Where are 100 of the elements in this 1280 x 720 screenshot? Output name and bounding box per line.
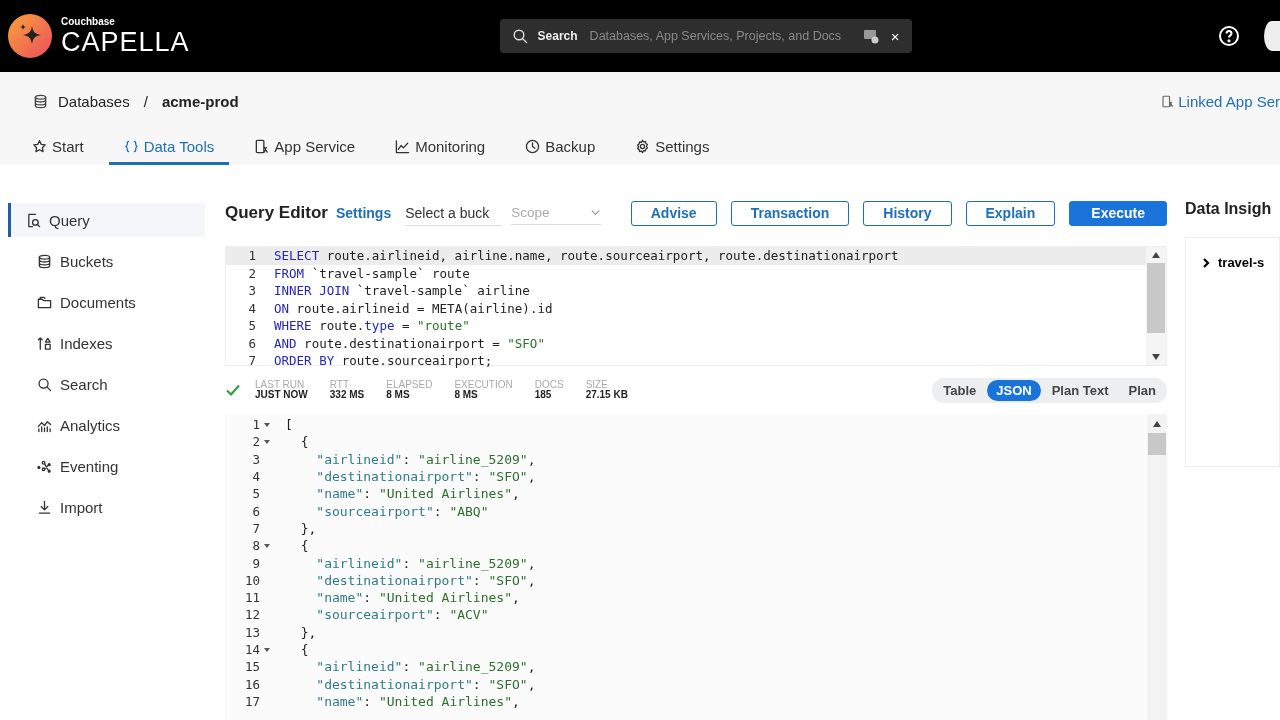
code-line: ORDER BY route.sourceairport; xyxy=(273,353,493,369)
scroll-up-icon[interactable] xyxy=(1151,251,1161,259)
stat-value: 8 MS xyxy=(454,390,479,401)
line-number: 7 xyxy=(251,520,260,536)
code-line: "sourceairport": "ACV" xyxy=(315,607,489,623)
view-tab[interactable]: JSON xyxy=(987,379,1041,401)
line-number: 6 xyxy=(247,335,256,351)
device-icon xyxy=(1161,94,1175,108)
stat-value: 27.15 KB xyxy=(585,390,628,401)
fold-icon[interactable] xyxy=(263,646,271,653)
line-number: 4 xyxy=(251,469,260,485)
logo-icon xyxy=(8,14,52,58)
scrollbar-thumb[interactable] xyxy=(1147,263,1165,333)
breadcrumb-link[interactable]: Databases xyxy=(58,92,130,110)
line-number: 1 xyxy=(251,417,260,433)
panel-title: Data Insigh xyxy=(1185,200,1273,218)
sidebar-item[interactable]: Indexes xyxy=(8,326,205,360)
scroll-up-icon[interactable] xyxy=(1152,420,1162,428)
settings-link[interactable]: Settings xyxy=(335,205,392,221)
line-number: 4 xyxy=(247,300,256,316)
code-line: "airlineid": "airline_5209", xyxy=(315,451,536,467)
code-line: { xyxy=(299,434,309,450)
code-line: "airlineid": "airline_5209", xyxy=(315,659,536,675)
code-line: [ xyxy=(284,417,293,433)
toolbar-button[interactable]: Explain xyxy=(965,200,1056,226)
nav-tab[interactable]: App Service xyxy=(239,130,371,165)
database-icon xyxy=(37,253,52,269)
linked-app-service-link[interactable]: Linked App Ser xyxy=(1161,92,1280,110)
download-icon xyxy=(37,499,52,515)
fold-icon[interactable] xyxy=(263,421,271,428)
brand-subtitle: Couchbase xyxy=(61,16,116,27)
toolbar-button[interactable]: Execute xyxy=(1069,200,1167,226)
breadcrumb-current: acme-prod xyxy=(161,92,239,110)
help-icon[interactable] xyxy=(1218,25,1240,47)
toolbar-button[interactable]: Transaction xyxy=(730,200,850,226)
close-button[interactable]: × xyxy=(890,27,900,45)
scrollbar[interactable] xyxy=(1147,414,1167,720)
sidebar-item[interactable]: Buckets xyxy=(8,244,205,278)
code-line: AND route.destinationairport = "SFO" xyxy=(273,335,545,351)
line-number: 14 xyxy=(243,642,260,657)
code-line: { xyxy=(299,642,309,657)
view-tab[interactable]: Table xyxy=(934,379,986,401)
stat-label: RTT xyxy=(329,379,351,390)
avatar[interactable] xyxy=(1264,21,1280,51)
toolbar-button[interactable]: History xyxy=(863,200,952,226)
sidebar-item[interactable]: Import xyxy=(8,490,205,524)
fold-icon[interactable] xyxy=(263,438,271,445)
breadcrumb-separator: / xyxy=(143,92,148,110)
line-number: 3 xyxy=(251,451,260,467)
sidebar-item[interactable]: Search xyxy=(8,367,205,401)
line-number: 3 xyxy=(247,283,256,299)
search-icon xyxy=(511,28,528,44)
sidebar-item[interactable]: Eventing xyxy=(8,449,205,483)
nav-tab[interactable]: Monitoring xyxy=(380,130,501,165)
fold-icon[interactable] xyxy=(263,542,271,549)
nav-tab[interactable]: Backup xyxy=(510,130,611,165)
device-icon xyxy=(254,138,270,154)
tree-item[interactable]: travel-s xyxy=(1200,255,1265,270)
stat-value: 8 MS xyxy=(386,390,411,401)
nav-tab[interactable]: Settings xyxy=(620,130,725,165)
sidebar-item[interactable]: Query xyxy=(8,203,205,237)
search-icon xyxy=(37,376,52,392)
database-icon xyxy=(33,93,48,109)
scrollbar[interactable] xyxy=(1146,247,1166,365)
line-number: 11 xyxy=(243,590,260,606)
keyboard-icon xyxy=(862,28,879,44)
view-tab[interactable]: Plan Text xyxy=(1042,379,1118,401)
search-field[interactable]: Search Databases, App Services, Projects, and Docs × xyxy=(499,19,912,53)
code-line: "destinationairport": "SFO", xyxy=(315,572,536,588)
code-line: FROM `travel-sample` route xyxy=(273,265,470,281)
line-number: 5 xyxy=(247,318,256,334)
query-editor[interactable] xyxy=(225,246,1167,366)
chevron-down-icon xyxy=(590,207,602,218)
scrollbar-thumb[interactable] xyxy=(1148,433,1166,455)
clock-icon xyxy=(525,138,541,154)
stat-value: 332 MS xyxy=(329,390,365,401)
nav-tab[interactable]: Start xyxy=(17,130,99,165)
code-line: ON route.airlineid = META(airline).id xyxy=(273,300,553,316)
code-line: "name": "United Airlines", xyxy=(315,590,520,606)
line-number: 17 xyxy=(243,693,260,709)
code-line: "name": "United Airlines", xyxy=(315,693,520,709)
line-number: 9 xyxy=(251,555,260,571)
code-line: SELECT route.airlineid, airline.name, route.sourceairport, route.destinationairport xyxy=(273,248,899,264)
sidebar-item[interactable]: Documents xyxy=(8,285,205,319)
code-line: { xyxy=(299,538,309,554)
folder-icon xyxy=(37,294,52,310)
nodes-icon xyxy=(37,458,52,474)
line-number: 7 xyxy=(247,353,256,369)
code-line: WHERE route.type = "route" xyxy=(273,318,470,334)
bucket-select[interactable]: Select a buck xyxy=(405,200,502,226)
sidebar-item[interactable]: Analytics xyxy=(8,408,205,442)
scroll-down-icon[interactable] xyxy=(1151,353,1161,361)
stat-label: ELAPSED xyxy=(386,379,433,390)
line-number: 2 xyxy=(247,265,256,281)
nav-tab[interactable]: Data Tools xyxy=(108,130,230,165)
line-number: 6 xyxy=(251,503,260,519)
stat-value: 185 xyxy=(534,390,553,401)
code-line: "destinationairport": "SFO", xyxy=(315,676,536,692)
view-tab[interactable]: Plan xyxy=(1119,379,1165,401)
toolbar-button[interactable]: Advise xyxy=(630,200,717,226)
